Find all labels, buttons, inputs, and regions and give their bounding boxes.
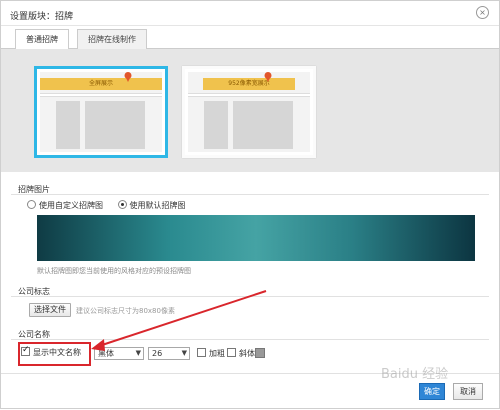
tab-normal-signboard[interactable]: 普通招牌 (15, 29, 69, 50)
divider (11, 339, 489, 340)
bold-label: 加粗 (209, 349, 225, 358)
logo-hint: 建议公司标志尺寸为80x80像素 (76, 307, 175, 315)
template-column (204, 101, 228, 149)
template-nav (40, 93, 162, 97)
font-family-select[interactable]: 黑体 ▼ (94, 347, 144, 360)
signboard-image-options: 使用自定义招牌图 使用默认招牌图 (27, 200, 198, 211)
font-family-value: 黑体 (98, 349, 114, 358)
chevron-down-icon: ▼ (135, 349, 141, 357)
bold-checkbox[interactable] (197, 348, 206, 357)
template-banner: 952像素宽展示 (203, 78, 295, 90)
chevron-down-icon: ▼ (181, 349, 187, 357)
italic-checkbox[interactable] (227, 348, 236, 357)
radio-button[interactable] (117, 200, 127, 209)
font-color-swatch[interactable] (255, 348, 265, 358)
font-size-value: 26 (152, 349, 163, 358)
italic-label: 斜体 (239, 349, 255, 358)
dialog-title: 设置版块：招牌 (10, 12, 74, 22)
signboard-preview-image (37, 215, 475, 261)
select-file-button[interactable]: 选择文件 (29, 303, 71, 317)
template-preview: 952像素宽展示 (188, 72, 310, 152)
signboard-hint: 默认招牌图即您当前使用的风格对应的预设招牌图 (37, 267, 191, 275)
divider (11, 296, 489, 297)
close-icon[interactable]: × (476, 6, 489, 19)
location-pin-icon (264, 72, 272, 82)
template-banner: 全屏展示 (40, 78, 162, 90)
tab-bar: 普通招牌 招牌在线制作 (1, 26, 499, 50)
font-size-select[interactable]: 26 ▼ (148, 347, 190, 360)
template-column (85, 101, 145, 149)
highlight-box (18, 342, 91, 366)
template-preview: 全屏展示 (40, 72, 162, 152)
template-952px[interactable]: 952像素宽展示 (182, 66, 316, 158)
dialog-titlebar: 设置版块：招牌 × (1, 1, 499, 26)
radio-button[interactable] (27, 200, 36, 209)
radio-custom-image[interactable]: 使用自定义招牌图 (27, 200, 103, 211)
bold-option[interactable]: 加粗 (197, 348, 225, 359)
template-preview-area: 全屏展示 952像素宽展示 (1, 49, 499, 172)
template-fullscreen[interactable]: 全屏展示 (34, 66, 168, 158)
settings-dialog: 设置版块：招牌 × 普通招牌 招牌在线制作 全屏展示 952像素宽展示 招牌图片… (0, 0, 500, 409)
radio-label: 使用默认招牌图 (129, 201, 186, 210)
divider (11, 194, 489, 195)
radio-label: 使用自定义招牌图 (39, 201, 103, 210)
location-pin-icon (124, 72, 132, 82)
template-column (233, 101, 293, 149)
cancel-button[interactable]: 取消 (453, 383, 483, 400)
radio-default-image[interactable]: 使用默认招牌图 (117, 200, 186, 211)
template-nav (188, 93, 310, 97)
ok-button[interactable]: 确定 (419, 383, 445, 400)
tab-online-signboard[interactable]: 招牌在线制作 (77, 29, 147, 50)
watermark: Baidu 经验 (381, 367, 449, 382)
template-column (56, 101, 80, 149)
italic-option[interactable]: 斜体 (227, 348, 255, 359)
